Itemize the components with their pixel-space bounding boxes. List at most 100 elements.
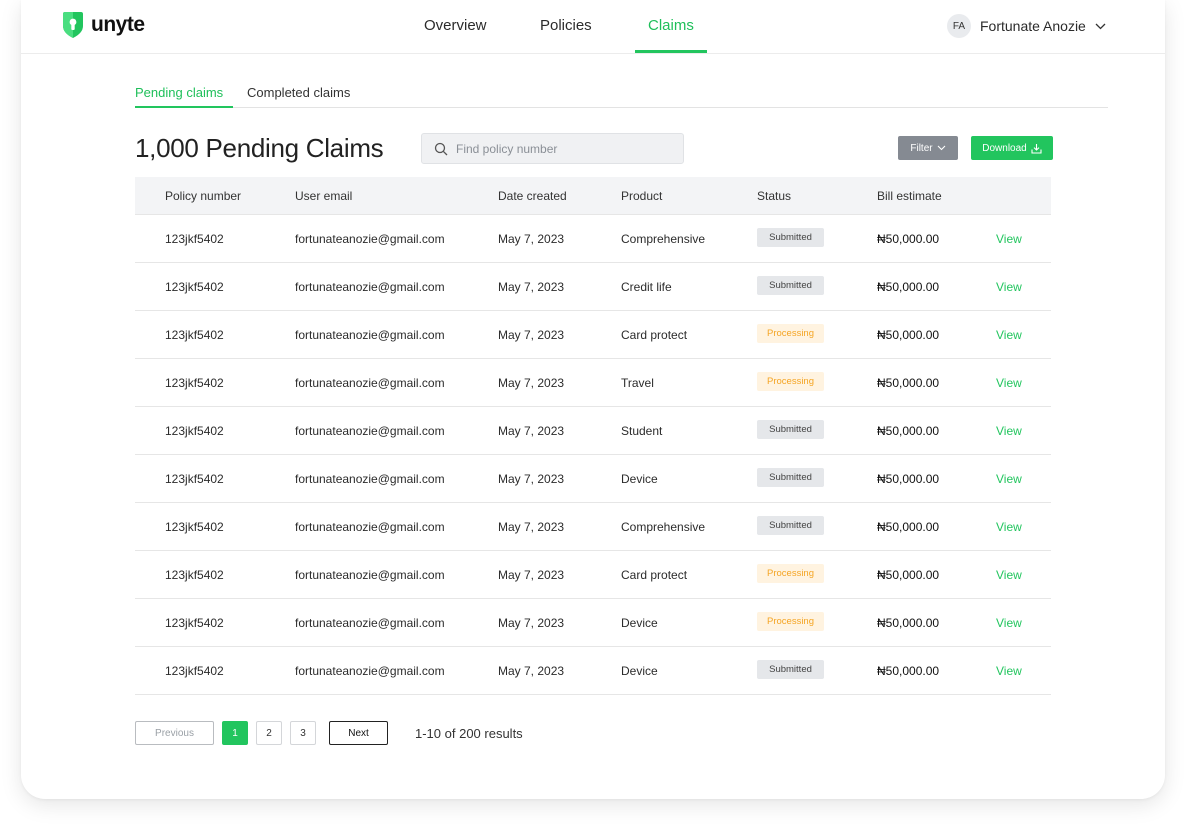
search-box[interactable] [421,133,684,164]
chevron-down-icon [937,145,945,151]
policy-number-cell: 123jkf5402 [165,472,224,486]
brand-name: unyte [91,13,145,36]
user-email-cell: fortunateanozie@gmail.com [295,616,445,630]
bill-estimate-cell: ₦50,000.00 [877,280,940,294]
user-email-cell: fortunateanozie@gmail.com [295,376,445,390]
view-link[interactable]: View [996,568,1022,582]
column-header-date-created: Date created [498,189,567,203]
column-header-product: Product [621,189,663,203]
user-email-cell: fortunateanozie@gmail.com [295,328,445,342]
product-cell: Travel [621,376,654,390]
nav-policies[interactable]: Policies [540,17,592,34]
brand-logo[interactable]: unyte [61,11,145,39]
top-navigation: unyte Overview Policies Claims FA Fortun… [21,0,1165,54]
bill-estimate-cell: ₦50,000.00 [877,328,940,342]
policy-number-cell: 123jkf5402 [165,376,224,390]
table-header: Policy number User email Date created Pr… [135,177,1051,215]
view-link[interactable]: View [996,472,1022,486]
policy-number-cell: 123jkf5402 [165,424,224,438]
date-created-cell: May 7, 2023 [498,232,565,246]
results-summary: 1-10 of 200 results [415,725,523,741]
bill-estimate-cell: ₦50,000.00 [877,232,940,246]
main-card: unyte Overview Policies Claims FA Fortun… [21,0,1165,799]
tab-pending-claims[interactable]: Pending claims [135,85,223,100]
product-cell: Student [621,424,663,438]
nav-claims[interactable]: Claims [648,17,694,34]
status-badge: Submitted [757,468,824,487]
page-button-1[interactable]: 1 [222,721,248,745]
previous-page-button[interactable]: Previous [135,721,214,745]
table-row: 123jkf5402 fortunateanozie@gmail.com May… [135,359,1051,407]
status-badge: Submitted [757,228,824,247]
download-button[interactable]: Download [971,136,1053,160]
status-badge: Processing [757,324,824,343]
claims-subtabs: Pending claims Completed claims [135,84,1108,108]
date-created-cell: May 7, 2023 [498,568,565,582]
table-row: 123jkf5402 fortunateanozie@gmail.com May… [135,599,1051,647]
status-badge: Submitted [757,660,824,679]
policy-number-cell: 123jkf5402 [165,616,224,630]
product-cell: Card protect [621,568,688,582]
table-row: 123jkf5402 fortunateanozie@gmail.com May… [135,215,1051,263]
search-input[interactable] [454,140,678,157]
policy-number-cell: 123jkf5402 [165,328,224,342]
status-badge: Processing [757,564,824,583]
user-email-cell: fortunateanozie@gmail.com [295,664,445,678]
bill-estimate-cell: ₦50,000.00 [877,424,940,438]
view-link[interactable]: View [996,376,1022,390]
view-link[interactable]: View [996,232,1022,246]
filter-button[interactable]: Filter [898,136,958,160]
date-created-cell: May 7, 2023 [498,616,565,630]
date-created-cell: May 7, 2023 [498,472,565,486]
user-email-cell: fortunateanozie@gmail.com [295,232,445,246]
subtab-active-indicator [135,106,233,108]
page-button-2[interactable]: 2 [256,721,282,745]
date-created-cell: May 7, 2023 [498,328,565,342]
pagination: Previous 1 2 3 Next 1-10 of 200 results [135,721,523,745]
view-link[interactable]: View [996,424,1022,438]
page-title: 1,000 Pending Claims [135,133,384,163]
bill-estimate-cell: ₦50,000.00 [877,664,940,678]
user-email-cell: fortunateanozie@gmail.com [295,280,445,294]
user-menu[interactable]: FA Fortunate Anozie [947,14,1106,38]
bill-estimate-cell: ₦50,000.00 [877,472,940,486]
product-cell: Comprehensive [621,520,706,534]
avatar: FA [947,14,971,38]
bill-estimate-cell: ₦50,000.00 [877,616,940,630]
product-cell: Device [621,616,658,630]
view-link[interactable]: View [996,664,1022,678]
view-link[interactable]: View [996,280,1022,294]
date-created-cell: May 7, 2023 [498,664,565,678]
tab-completed-claims[interactable]: Completed claims [247,85,350,100]
policy-number-cell: 123jkf5402 [165,568,224,582]
product-cell: Device [621,664,658,678]
table-row: 123jkf5402 fortunateanozie@gmail.com May… [135,311,1051,359]
bill-estimate-cell: ₦50,000.00 [877,520,940,534]
view-link[interactable]: View [996,328,1022,342]
status-badge: Submitted [757,276,824,295]
date-created-cell: May 7, 2023 [498,424,565,438]
chevron-down-icon[interactable] [1095,23,1106,30]
table-row: 123jkf5402 fortunateanozie@gmail.com May… [135,455,1051,503]
bill-estimate-cell: ₦50,000.00 [877,568,940,582]
page-button-3[interactable]: 3 [290,721,316,745]
download-icon [1031,143,1042,154]
user-name: Fortunate Anozie [980,18,1086,34]
user-email-cell: fortunateanozie@gmail.com [295,472,445,486]
claims-table: Policy number User email Date created Pr… [135,177,1051,695]
nav-overview[interactable]: Overview [424,17,487,34]
table-row: 123jkf5402 fortunateanozie@gmail.com May… [135,551,1051,599]
user-email-cell: fortunateanozie@gmail.com [295,520,445,534]
status-badge: Submitted [757,516,824,535]
next-page-button[interactable]: Next [329,721,388,745]
column-header-bill-estimate: Bill estimate [877,189,942,203]
shield-keyhole-icon [63,12,83,38]
user-email-cell: fortunateanozie@gmail.com [295,568,445,582]
column-header-user-email: User email [295,189,353,203]
status-badge: Submitted [757,420,824,439]
table-row: 123jkf5402 fortunateanozie@gmail.com May… [135,407,1051,455]
table-row: 123jkf5402 fortunateanozie@gmail.com May… [135,263,1051,311]
filter-button-label: Filter [910,142,933,154]
view-link[interactable]: View [996,616,1022,630]
view-link[interactable]: View [996,520,1022,534]
